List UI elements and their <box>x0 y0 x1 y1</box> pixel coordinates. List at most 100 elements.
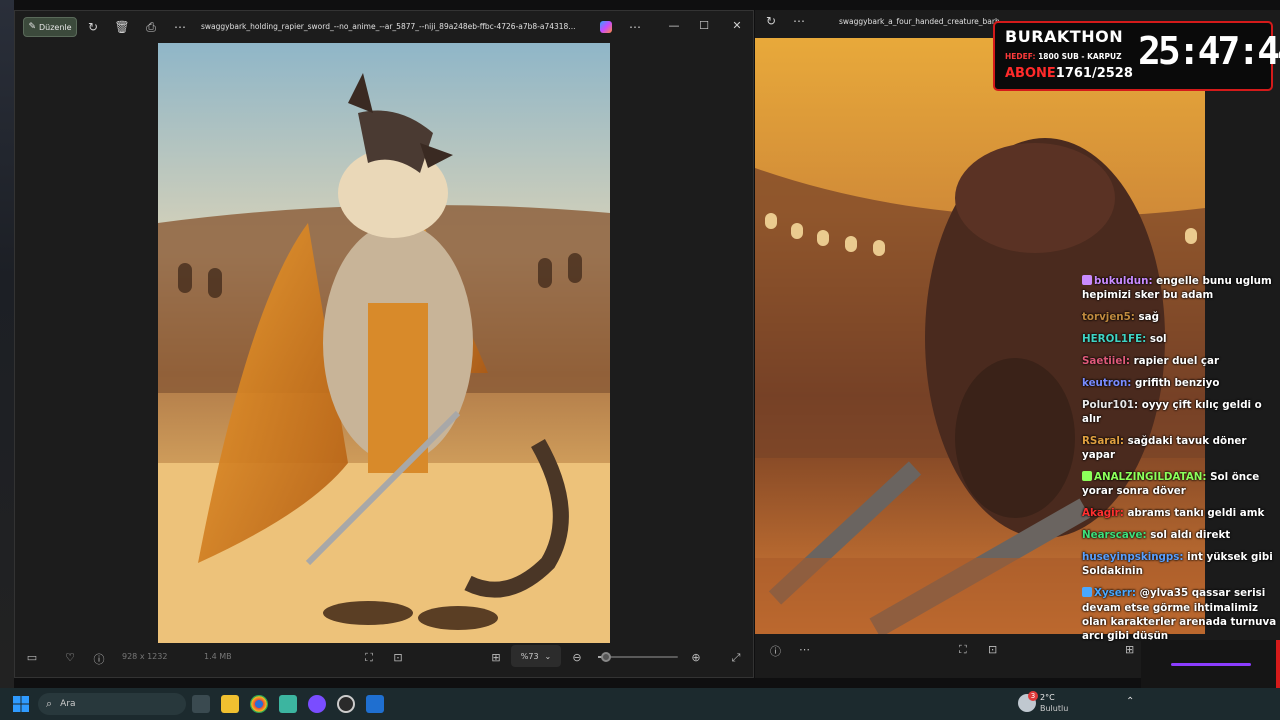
visual-search-icon[interactable]: ⊡ <box>391 651 405 664</box>
info-icon[interactable]: ⓘ <box>92 651 106 667</box>
fullscreen-icon[interactable]: ⤢ <box>729 651 743 665</box>
zoom-dropdown[interactable]: %73 ⌄ <box>511 645 561 667</box>
rotate-icon[interactable]: ↻ <box>85 19 101 35</box>
chat-message: keutron: grifith benziyo <box>1082 376 1278 390</box>
delete-icon[interactable]: 🗑 <box>114 19 130 35</box>
chat-message: HEROL1FE: sol <box>1082 332 1278 346</box>
info-icon[interactable]: ⓘ <box>770 643 781 659</box>
image-dimensions: 928 x 1232 <box>122 652 168 661</box>
chat-username[interactable]: HEROL1FE: <box>1082 333 1146 345</box>
chat-message: torvjen5: sağ <box>1082 310 1278 324</box>
chat-message: bukuldun: engelle bunu uglum hepimizi sk… <box>1082 274 1278 303</box>
chat-username[interactable]: Akagir: <box>1082 507 1124 519</box>
subs-line: ABONE1761/2528 <box>1005 66 1133 81</box>
gladiator-image <box>158 43 610 643</box>
chat-text: rapier duel çar <box>1133 354 1220 367</box>
rotate-icon[interactable]: ↻ <box>763 13 779 29</box>
select-icon[interactable]: ⛶ <box>959 643 967 657</box>
chat-username[interactable]: ANALZINGILDATAN: <box>1094 471 1207 483</box>
chat-badge-icon <box>1082 587 1092 598</box>
desktop-background <box>0 0 14 688</box>
chat-username[interactable]: Xyserr: <box>1094 587 1136 599</box>
actual-size-icon[interactable]: ⊞ <box>489 651 503 664</box>
edit-icon: ✎ <box>28 22 36 32</box>
window-title: swaggybark_a_four_handed_creature_barb..… <box>839 17 999 26</box>
goal-text: 1800 SUB - KARPUZ <box>1038 52 1122 61</box>
title-bar: ✎ Düzenle ↻ 🗑 ⎙ ⋯ swaggybark_holding_rap… <box>15 11 753 43</box>
goal-line: HEDEF: 1800 SUB - KARPUZ <box>1005 52 1122 61</box>
photo-viewer-window-left: ✎ Düzenle ↻ 🗑 ⎙ ⋯ swaggybark_holding_rap… <box>14 10 754 678</box>
subs-value: 1761/2528 <box>1055 66 1133 81</box>
main-image <box>158 43 610 643</box>
zoom-out-icon[interactable]: ⊖ <box>570 651 584 664</box>
discord-icon[interactable] <box>308 695 326 713</box>
chat-username[interactable]: Polur101: <box>1082 399 1138 411</box>
chat-username[interactable]: Saetiiel: <box>1082 355 1130 367</box>
taskbar: ⌕ Ara 3 2°C Bulutlu ⌃ <box>0 688 1280 720</box>
countdown-timer: 25:47:44 <box>1138 29 1280 73</box>
more-options-icon[interactable]: ⋯ <box>627 19 643 35</box>
stream-overlay: BURAKTHON HEDEF: 1800 SUB - KARPUZ ABONE… <box>993 21 1280 91</box>
close-icon[interactable]: ✕ <box>730 19 744 32</box>
chat-message: Akagir: abrams tankı geldi amk <box>1082 506 1278 520</box>
chat-message: Saetiiel: rapier duel çar <box>1082 354 1278 368</box>
edit-button[interactable]: ✎ Düzenle <box>23 17 77 37</box>
chat-badge-icon <box>1082 471 1092 482</box>
more-options-icon[interactable]: ⋯ <box>791 13 807 29</box>
chat-message: Nearscave: sol aldı direkt <box>1082 528 1278 542</box>
weather-description: Bulutlu <box>1040 704 1069 713</box>
file-explorer-icon[interactable] <box>221 695 239 713</box>
more-options-icon[interactable]: ⋯ <box>799 643 810 656</box>
chat-username[interactable]: bukuldun: <box>1094 275 1153 287</box>
zoom-slider-thumb[interactable] <box>601 652 611 662</box>
select-icon[interactable]: ⛶ <box>362 651 376 665</box>
subs-label: ABONE <box>1005 66 1056 81</box>
chat-username[interactable]: huseyinpskingps: <box>1082 551 1184 563</box>
overlay-border <box>1276 640 1280 688</box>
chat-message: ANALZINGILDATAN: Sol önce yorar sonra dö… <box>1082 470 1278 499</box>
minimize-icon[interactable]: — <box>667 19 681 32</box>
search-box[interactable]: ⌕ Ara <box>38 693 186 715</box>
chat-text: sol <box>1149 333 1167 346</box>
print-icon[interactable]: ⎙ <box>143 19 159 35</box>
start-icon[interactable] <box>12 695 30 713</box>
chevron-up-icon[interactable]: ⌃ <box>1126 696 1134 707</box>
favorite-icon[interactable]: ♡ <box>63 651 77 664</box>
status-bar: ▭ ♡ ⓘ 928 x 1232 1.4 MB ⛶ ⊡ ⊞ %73 ⌄ ⊖ ⊕ … <box>15 637 753 677</box>
task-view-icon[interactable] <box>192 695 210 713</box>
chat-username[interactable]: torvjen5: <box>1082 311 1135 323</box>
zoom-value: %73 <box>520 651 539 661</box>
chat-message: huseyinpskingps: int yüksek gibi Soldaki… <box>1082 550 1278 579</box>
app-icon[interactable] <box>279 695 297 713</box>
goal-label: HEDEF: <box>1005 52 1036 61</box>
chat-message: Xyserr: @ylva35 qassar serisi devam etse… <box>1082 586 1278 643</box>
progress-bar <box>1171 663 1251 666</box>
chat-username[interactable]: keutron: <box>1082 377 1131 389</box>
chat-text: sağ <box>1138 311 1159 324</box>
visual-search-icon[interactable]: ⊡ <box>988 643 997 656</box>
zoom-in-icon[interactable]: ⊕ <box>689 651 703 664</box>
window-title: swaggybark_holding_rapier_sword_--no_ani… <box>201 22 576 31</box>
chat-message: Polur101: oyyy çift kılıç geldi o alır <box>1082 398 1278 427</box>
notification-badge: 3 <box>1028 691 1038 701</box>
streamer-name: BURAKTHON <box>1005 27 1124 46</box>
obs-icon[interactable] <box>337 695 355 713</box>
chat-username[interactable]: Nearscave: <box>1082 529 1147 541</box>
maximize-icon[interactable]: ☐ <box>697 19 711 32</box>
chat-badge-icon <box>1082 275 1092 285</box>
chevron-down-icon: ⌄ <box>544 651 552 661</box>
chat-text: sol aldı direkt <box>1150 529 1231 542</box>
chrome-icon[interactable] <box>250 695 268 713</box>
chat-text: abrams tankı geldi amk <box>1127 507 1265 520</box>
chat-text: grifith benziyo <box>1135 376 1220 389</box>
chat-panel: bukuldun: engelle bunu uglum hepimizi sk… <box>1082 274 1278 651</box>
zoom-slider[interactable] <box>598 652 678 662</box>
copilot-icon[interactable] <box>600 21 612 33</box>
filmstrip-icon[interactable]: ▭ <box>25 651 39 664</box>
more-options-icon[interactable]: ⋯ <box>172 19 188 35</box>
photos-icon[interactable] <box>366 695 384 713</box>
search-icon: ⌕ <box>46 697 53 710</box>
weather-temp: 2°C <box>1040 693 1055 702</box>
chat-username[interactable]: RSaral: <box>1082 435 1124 447</box>
file-size: 1.4 MB <box>204 652 232 661</box>
